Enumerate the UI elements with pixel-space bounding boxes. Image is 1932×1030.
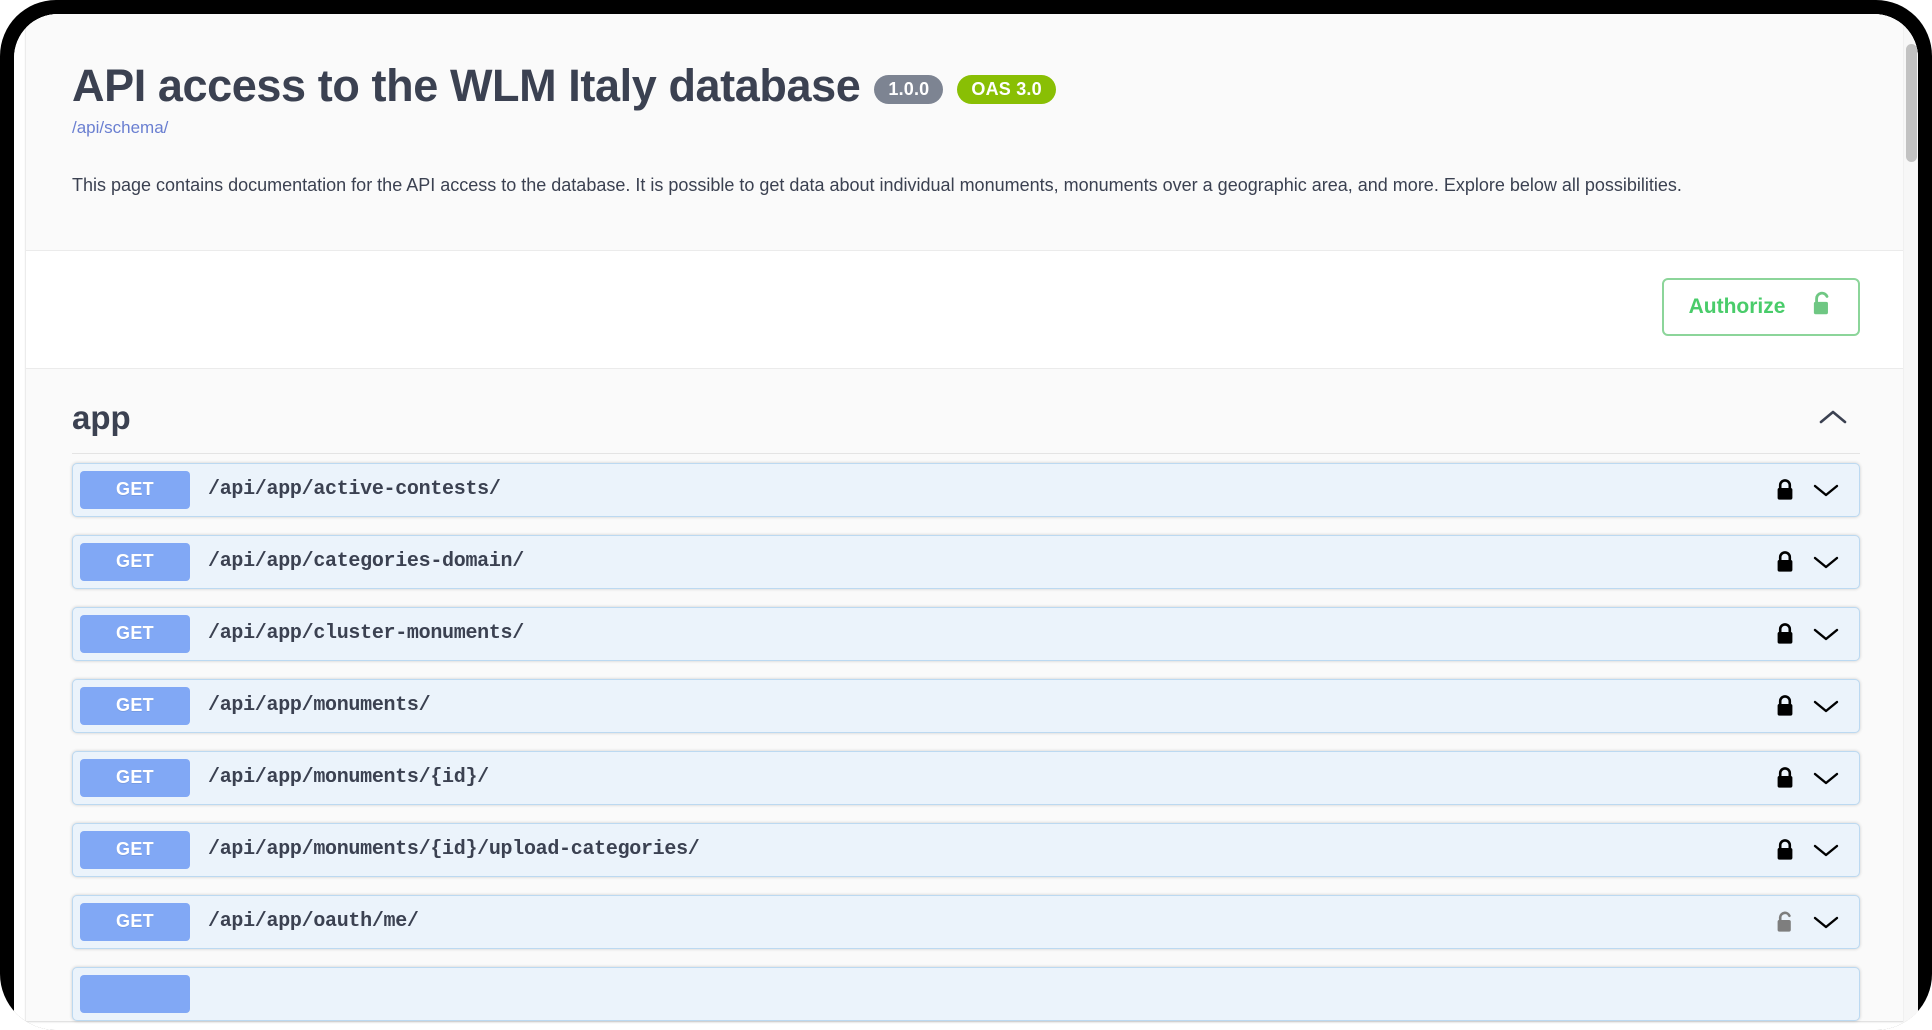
tag-header-app[interactable]: app <box>72 389 1860 454</box>
page-scroll-container: API access to the WLM Italy database 1.0… <box>14 14 1918 1030</box>
lock-closed-icon[interactable] <box>1775 550 1795 574</box>
method-badge: GET <box>80 471 190 509</box>
endpoint-path: /api/app/monuments/{id}/ <box>190 766 1775 789</box>
endpoint-path: /api/app/monuments/ <box>190 694 1775 717</box>
vertical-scrollbar[interactable] <box>1903 14 1918 1030</box>
method-badge: GET <box>80 831 190 869</box>
method-badge <box>80 975 190 1013</box>
chevron-down-icon[interactable] <box>1811 769 1841 787</box>
tag-name: app <box>72 399 131 437</box>
method-badge: GET <box>80 615 190 653</box>
title-row: API access to the WLM Italy database 1.0… <box>72 60 1860 112</box>
scrollbar-thumb[interactable] <box>1906 44 1917 162</box>
auth-wrapper: Authorize <box>26 251 1906 369</box>
table-row[interactable]: GET /api/app/monuments/{id}/ <box>72 751 1860 805</box>
lock-closed-icon[interactable] <box>1775 694 1795 718</box>
row-controls <box>1775 910 1851 934</box>
swagger-ui-root: API access to the WLM Italy database 1.0… <box>26 14 1906 1021</box>
row-controls <box>1775 838 1851 862</box>
method-badge: GET <box>80 903 190 941</box>
api-description: This page contains documentation for the… <box>72 172 1860 198</box>
lock-closed-icon[interactable] <box>1775 838 1795 862</box>
table-row[interactable]: GET /api/app/active-contests/ <box>72 463 1860 517</box>
chevron-down-icon[interactable] <box>1811 481 1841 499</box>
operations-list: GET /api/app/active-contests/ <box>72 454 1860 1021</box>
page-title: API access to the WLM Italy database <box>72 60 860 112</box>
chevron-up-icon[interactable] <box>1806 401 1860 435</box>
endpoint-path: /api/app/active-contests/ <box>190 478 1775 501</box>
oas-badge: OAS 3.0 <box>957 75 1055 104</box>
chevron-down-icon[interactable] <box>1811 913 1841 931</box>
table-row[interactable]: GET /api/app/categories-domain/ <box>72 535 1860 589</box>
table-row[interactable]: GET /api/app/monuments/{id}/upload-categ… <box>72 823 1860 877</box>
lock-open-icon[interactable] <box>1775 910 1795 934</box>
version-badge: 1.0.0 <box>874 75 943 104</box>
api-info-band: API access to the WLM Italy database 1.0… <box>26 14 1906 251</box>
browser-viewport: API access to the WLM Italy database 1.0… <box>14 14 1918 1030</box>
authorize-button[interactable]: Authorize <box>1662 278 1860 336</box>
authorize-button-label: Authorize <box>1689 295 1786 319</box>
row-controls <box>1775 766 1851 790</box>
row-controls <box>1775 694 1851 718</box>
unlock-icon <box>1811 291 1833 323</box>
chevron-down-icon[interactable] <box>1811 553 1841 571</box>
row-controls <box>1775 622 1851 646</box>
table-row[interactable]: GET /api/app/monuments/ <box>72 679 1860 733</box>
schema-link[interactable]: /api/schema/ <box>72 118 168 138</box>
chevron-down-icon[interactable] <box>1811 841 1841 859</box>
method-badge: GET <box>80 687 190 725</box>
lock-closed-icon[interactable] <box>1775 622 1795 646</box>
row-controls <box>1775 478 1851 502</box>
method-badge: GET <box>80 759 190 797</box>
endpoint-path: /api/app/cluster-monuments/ <box>190 622 1775 645</box>
chevron-down-icon[interactable] <box>1811 625 1841 643</box>
endpoint-path: /api/app/monuments/{id}/upload-categorie… <box>190 838 1775 861</box>
lock-closed-icon[interactable] <box>1775 478 1795 502</box>
endpoint-path: /api/app/oauth/me/ <box>190 910 1775 933</box>
row-controls <box>1775 550 1851 574</box>
table-row[interactable]: GET /api/app/cluster-monuments/ <box>72 607 1860 661</box>
tag-section-app: app GET /api/app/active-contests/ <box>26 369 1906 1021</box>
chevron-down-icon[interactable] <box>1811 697 1841 715</box>
method-badge: GET <box>80 543 190 581</box>
lock-closed-icon[interactable] <box>1775 766 1795 790</box>
table-row[interactable]: GET /api/app/oauth/me/ <box>72 895 1860 949</box>
table-row[interactable] <box>72 967 1860 1021</box>
device-frame: API access to the WLM Italy database 1.0… <box>0 0 1932 1030</box>
endpoint-path: /api/app/categories-domain/ <box>190 550 1775 573</box>
